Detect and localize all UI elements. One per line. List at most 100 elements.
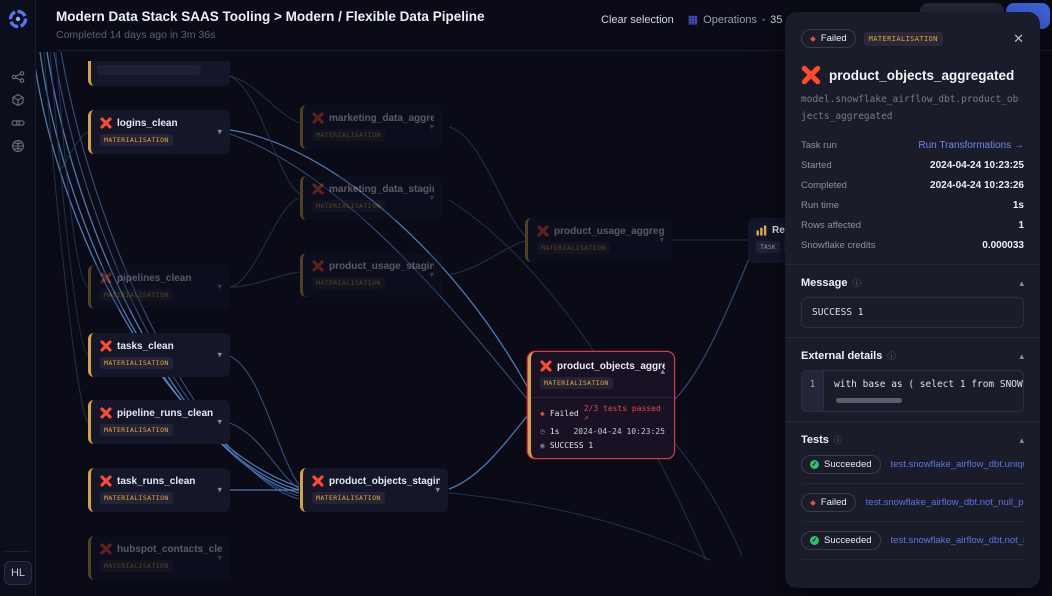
test-link[interactable]: test.snowflake_airflow_dbt.not_null_pr	[866, 497, 1024, 508]
graph-node-tasks-clean[interactable]: tasks_clean MATERIALISATION ▾	[88, 333, 230, 377]
node-runtime: 1s	[550, 427, 560, 436]
detail-row: Completed 2024-04-24 10:23:26	[801, 175, 1024, 195]
node-label: pipeline_runs_clean	[117, 408, 213, 419]
graph-node-pipelines-clean[interactable]: pipelines_clean MATERIALISATION ▾	[88, 265, 230, 309]
task-run-link[interactable]: Run Transformations →	[918, 140, 1024, 151]
test-row: ✓ Succeeded test.snowflake_airflow_dbt.n…	[801, 522, 1024, 560]
status-label: Failed	[821, 33, 847, 44]
collapse-icon[interactable]: ▴	[1019, 435, 1024, 446]
dbt-icon	[537, 225, 549, 237]
check-circle-icon: ✓	[810, 536, 819, 545]
detail-row: Snowflake credits 0.000033	[801, 235, 1024, 255]
dbt-icon	[540, 360, 552, 372]
chevron-down-icon[interactable]: ▾	[217, 350, 222, 361]
dbt-icon	[312, 112, 324, 124]
info-icon[interactable]: ⓘ	[834, 434, 843, 446]
node-badge: MATERIALISATION	[540, 377, 613, 389]
external-details-section-header: External details ⓘ ▴	[801, 350, 1024, 362]
run-status-subtitle: Completed 14 days ago in 3m 36s	[56, 29, 215, 41]
graph-node-product-objects-staging[interactable]: product_objects_staging MATERIALISATION …	[300, 468, 448, 512]
chevron-down-icon[interactable]: ▾	[659, 235, 664, 246]
info-icon[interactable]: ⓘ	[887, 350, 896, 362]
node-badge: MATERIALISATION	[312, 129, 385, 141]
graph-node-hubspot-contacts-clean[interactable]: hubspot_contacts_clean MATERIALISATION ▾	[88, 536, 230, 580]
test-status-badge: ✓ Succeeded	[801, 455, 881, 474]
node-label: product_usage_staging	[329, 261, 434, 272]
section-title: Tests	[801, 434, 829, 446]
graph-node-logins-clean[interactable]: logins_clean MATERIALISATION ▾	[88, 110, 230, 154]
node-badge: MATERIALISATION	[312, 200, 385, 212]
detail-value: 2024-04-24 10:23:26	[930, 180, 1024, 191]
dbt-icon	[100, 272, 112, 284]
graph-node-marketing-data-staging[interactable]: marketing_data_staging MATERIALISATION ▾	[300, 176, 442, 220]
operations-metric[interactable]: ▦ Operations • 35	[688, 13, 783, 26]
app-logo-icon[interactable]	[7, 8, 29, 30]
dot-separator: •	[762, 15, 765, 25]
chevron-down-icon[interactable]: ▾	[429, 270, 434, 281]
detail-label: Snowflake credits	[801, 240, 875, 251]
graph-node-marketing-data-aggregated[interactable]: marketing_data_aggregated MATERIALISATIO…	[300, 105, 442, 149]
chevron-down-icon[interactable]: ▾	[217, 417, 222, 428]
detail-value: 1s	[1013, 200, 1024, 211]
chevron-down-icon[interactable]: ▾	[217, 282, 222, 293]
chevron-up-icon[interactable]: ▴	[660, 366, 665, 377]
test-status-badge: ◆ Failed	[801, 493, 856, 512]
clear-selection-button[interactable]: Clear selection	[601, 14, 674, 26]
chevron-down-icon[interactable]: ▾	[429, 122, 434, 133]
detail-value: 1	[1018, 220, 1024, 231]
horizontal-scrollbar[interactable]	[836, 398, 902, 403]
section-title: Message	[801, 277, 847, 289]
message-section-header: Message ⓘ ▴	[801, 277, 1024, 289]
link-icon[interactable]	[11, 116, 25, 130]
dbt-icon	[100, 543, 112, 555]
node-label: marketing_data_aggregated	[329, 113, 434, 124]
graph-node-product-usage-staging[interactable]: product_usage_staging MATERIALISATION ▾	[300, 253, 442, 297]
detail-row: Rows affected 1	[801, 215, 1024, 235]
info-icon[interactable]: ⓘ	[852, 277, 861, 289]
tests-section-header: Tests ⓘ ▴	[801, 434, 1024, 446]
failed-diamond-icon: ◆	[810, 34, 816, 43]
chevron-down-icon[interactable]: ▾	[435, 485, 440, 496]
collapse-icon[interactable]: ▴	[1019, 278, 1024, 289]
graph-node-pipeline-runs-clean[interactable]: pipeline_runs_clean MATERIALISATION ▾	[88, 400, 230, 444]
detail-row: Started 2024-04-24 10:23:25	[801, 155, 1024, 175]
test-link[interactable]: test.snowflake_airflow_dbt.not_null_pr	[891, 535, 1024, 546]
chevron-down-icon[interactable]: ▾	[217, 127, 222, 138]
collapse-icon[interactable]: ▴	[1019, 351, 1024, 362]
tests-summary-link[interactable]: 2/3 tests passed ↗	[584, 404, 665, 422]
detail-label: Task run	[801, 140, 837, 151]
lineage-graph-icon[interactable]	[11, 70, 25, 84]
dbt-icon	[100, 117, 112, 129]
powerbi-chart-icon	[756, 225, 767, 236]
panel-title: product_objects_aggregated	[829, 68, 1014, 83]
node-badge: MATERIALISATION	[100, 424, 173, 436]
test-status-label: Failed	[821, 497, 847, 508]
graph-node-partial[interactable]	[88, 61, 230, 86]
panel-divider	[785, 264, 1040, 265]
integrations-globe-icon[interactable]	[11, 139, 25, 153]
user-avatar[interactable]: HL	[4, 561, 32, 585]
graph-node-product-usage-aggregated[interactable]: product_usage_aggregated MATERIALISATION…	[525, 218, 672, 262]
code-line: with base as ( select 1 from SNOWFLAKE	[834, 379, 1023, 390]
node-badge: MATERIALISATION	[100, 492, 173, 504]
node-badge: MATERIALISATION	[312, 492, 385, 504]
line-number: 1	[802, 371, 824, 411]
test-status-label: Succeeded	[824, 459, 872, 470]
test-link[interactable]: test.snowflake_airflow_dbt.unique_pro	[891, 459, 1024, 470]
close-icon[interactable]: ✕	[1013, 31, 1024, 47]
node-label: pipelines_clean	[117, 273, 191, 284]
detail-label: Run time	[801, 200, 839, 211]
graph-node-product-objects-aggregated-selected[interactable]: product_objects_aggregated ▴ MATERIALISA…	[528, 352, 674, 458]
code-viewer: 1 with base as ( select 1 from SNOWFLAKE	[801, 370, 1024, 412]
section-title: External details	[801, 350, 882, 362]
test-row: ◆ Failed test.snowflake_airflow_dbt.not_…	[801, 484, 1024, 522]
chevron-down-icon[interactable]: ▾	[217, 553, 222, 564]
package-cube-icon[interactable]	[11, 93, 25, 107]
sidebar: HL	[0, 0, 36, 596]
node-label: marketing_data_staging	[329, 184, 434, 195]
node-badge: MATERIALISATION	[100, 357, 173, 369]
test-status-badge: ✓ Succeeded	[801, 531, 881, 550]
graph-node-task-runs-clean[interactable]: task_runs_clean MATERIALISATION ▾	[88, 468, 230, 512]
chevron-down-icon[interactable]: ▾	[217, 485, 222, 496]
chevron-down-icon[interactable]: ▾	[429, 193, 434, 204]
